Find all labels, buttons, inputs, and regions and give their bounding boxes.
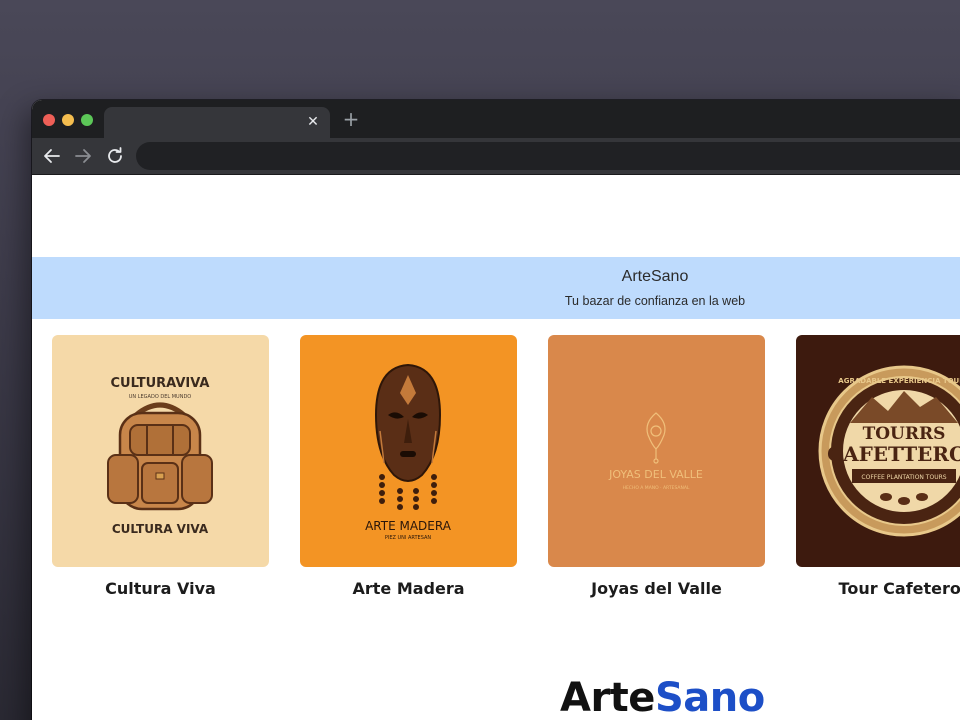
card-image-text: PIEZ UNI ARTESAN — [385, 535, 432, 541]
card-image-cultura-viva[interactable]: CULTURAVIVA UN LEGADO DEL MUNDO CULTURA … — [52, 335, 269, 567]
maximize-window-button[interactable] — [81, 114, 93, 126]
card-label[interactable]: Joyas del Valle — [548, 579, 765, 598]
footer-logo-part1: Arte — [560, 675, 655, 720]
product-card-tour-cafeteros[interactable]: AGRADABLE EXPERIENCIA TOURS TOURRS CAFET… — [796, 335, 960, 598]
product-card-joyas-del-valle[interactable]: JOYAS DEL VALLE HECHO A MANO · ARTESANAL… — [548, 335, 765, 598]
product-card-arte-madera[interactable]: ARTE MADERA PIEZ UNI ARTESAN Arte Madera — [300, 335, 517, 598]
card-image-tour-cafeteros[interactable]: AGRADABLE EXPERIENCIA TOURS TOURRS CAFET… — [796, 335, 960, 567]
plus-icon[interactable]: + — [340, 108, 362, 130]
card-image-text: COFFEE PLANTATION TOURS — [861, 474, 946, 481]
close-window-button[interactable] — [43, 114, 55, 126]
card-label[interactable]: Tour Cafeteros — [796, 579, 960, 598]
card-image-text: AGRADABLE EXPERIENCIA TOURS — [838, 377, 960, 385]
product-card-cultura-viva[interactable]: CULTURAVIVA UN LEGADO DEL MUNDO CULTURA … — [52, 335, 269, 598]
card-image-text: HECHO A MANO · ARTESANAL — [623, 485, 690, 491]
minimize-window-button[interactable] — [62, 114, 74, 126]
header-band: ArteSano Tu bazar de confianza en la web — [32, 257, 960, 319]
browser-window: ✕ + ArteSano Tu bazar de confianza en la… — [32, 100, 960, 720]
address-bar[interactable] — [136, 142, 960, 170]
browser-tab[interactable]: ✕ — [104, 107, 330, 138]
card-image-text: UN LEGADO DEL MUNDO — [129, 394, 192, 400]
reload-icon[interactable] — [103, 144, 127, 168]
back-arrow-icon[interactable] — [40, 144, 64, 168]
card-image-text: CAFETTEROS — [827, 442, 960, 466]
footer-logo-part2: Sano — [654, 675, 765, 720]
forward-arrow-icon[interactable] — [71, 144, 95, 168]
card-image-text: CULTURAVIVA — [111, 376, 210, 391]
title-bar: ✕ + — [32, 100, 960, 138]
card-image-joyas-del-valle[interactable]: JOYAS DEL VALLE HECHO A MANO · ARTESANAL — [548, 335, 765, 567]
card-image-text: JOYAS DEL VALLE — [608, 468, 703, 481]
footer-logo: ArteSano — [560, 675, 765, 720]
site-title: ArteSano — [621, 268, 689, 285]
web-page: ArteSano Tu bazar de confianza en la web… — [32, 175, 960, 720]
card-image-text: TOURRS — [863, 424, 946, 444]
card-image-text: CULTURA VIVA — [112, 522, 209, 536]
browser-toolbar — [32, 138, 960, 174]
close-icon[interactable]: ✕ — [304, 113, 322, 131]
card-label[interactable]: Cultura Viva — [52, 579, 269, 598]
card-label[interactable]: Arte Madera — [300, 579, 517, 598]
card-image-text: ARTE MADERA — [365, 519, 452, 533]
card-image-arte-madera[interactable]: ARTE MADERA PIEZ UNI ARTESAN — [300, 335, 517, 567]
site-subtitle: Tu bazar de confianza en la web — [564, 294, 746, 308]
